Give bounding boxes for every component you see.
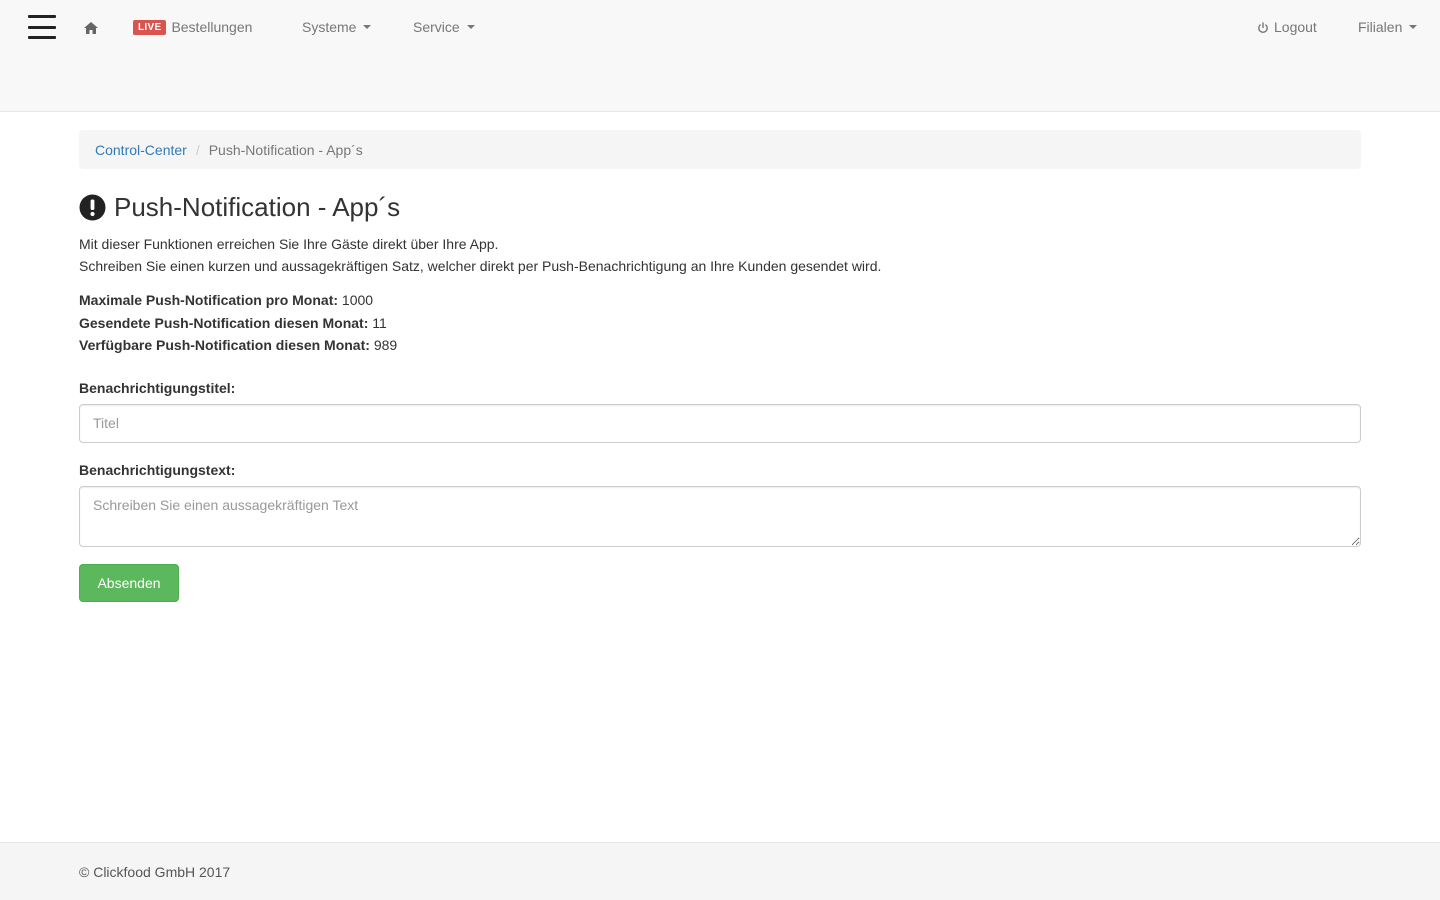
breadcrumb-current: Push-Notification - App´s [208,141,363,158]
nav-orders-label: Bestellungen [171,19,253,35]
intro-line-1: Mit dieser Funktionen erreichen Sie Ihre… [79,236,499,252]
nav-service-label: Service [413,19,460,35]
home-icon[interactable] [83,20,99,36]
stat-sent-value: 11 [372,314,387,331]
stat-available-label: Verfügbare Push-Notification diesen Mona… [79,337,370,353]
chevron-down-icon [466,25,475,29]
nav-systems-label: Systeme [302,19,357,35]
breadcrumb-separator: / [195,141,200,158]
nav-orders-link[interactable]: LIVE Bestellungen [133,19,252,35]
top-navbar: LIVE Bestellungen Systeme Service Logout… [0,0,1440,58]
exclamation-circle-icon [79,194,106,221]
stat-available: Verfügbare Push-Notification diesen Mona… [79,334,1361,357]
main-content: Control-Center / Push-Notification - App… [79,130,1361,602]
stat-sent-label: Gesendete Push-Notification diesen Monat… [79,314,369,331]
power-icon [1257,21,1269,34]
breadcrumb-home-link[interactable]: Control-Center [95,142,187,158]
live-badge: LIVE [133,19,167,35]
secondary-navbar [0,58,1440,112]
stat-max-label: Maximale Push-Notification pro Monat: [79,292,339,308]
hamburger-menu-icon[interactable] [28,15,56,39]
logout-link[interactable]: Logout [1257,19,1317,35]
chevron-down-icon [1409,25,1418,29]
footer-copyright: © Clickfood GmbH 2017 [79,864,231,880]
nav-systems-dropdown[interactable]: Systeme [302,19,372,35]
notification-text-label: Benachrichtigungstext: [79,461,236,478]
nav-branches-dropdown[interactable]: Filialen [1358,19,1418,35]
notification-text-input[interactable] [79,485,1361,547]
page-title-row: Push-Notification - App´s [79,191,1361,223]
footer: © Clickfood GmbH 2017 [0,842,1440,900]
notification-title-input[interactable] [79,403,1361,443]
intro-text: Mit dieser Funktionen erreichen Sie Ihre… [79,233,1361,277]
stat-max: Maximale Push-Notification pro Monat: 10… [79,289,1361,312]
nav-branches-label: Filialen [1358,19,1403,35]
chevron-down-icon [363,25,372,29]
stats-block: Maximale Push-Notification pro Monat: 10… [79,289,1361,357]
page-title: Push-Notification - App´s [114,192,401,222]
intro-line-2: Schreiben Sie einen kurzen und aussagekr… [79,258,882,274]
stat-max-value: 1000 [341,292,374,308]
nav-service-dropdown[interactable]: Service [413,19,475,35]
breadcrumb: Control-Center / Push-Notification - App… [79,130,1361,169]
notification-title-label: Benachrichtigungstitel: [79,379,236,396]
stat-available-value: 989 [373,337,398,353]
logout-label: Logout [1274,19,1317,35]
submit-button[interactable]: Absenden [79,563,179,602]
stat-sent: Gesendete Push-Notification diesen Monat… [79,312,1361,335]
